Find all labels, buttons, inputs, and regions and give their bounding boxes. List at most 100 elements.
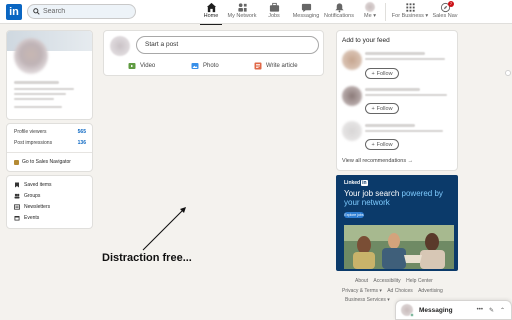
search-input[interactable] xyxy=(43,8,133,15)
explore-jobs-button[interactable]: Explore jobs xyxy=(344,212,364,218)
briefcase-icon xyxy=(269,2,279,12)
nav-home-label: Home xyxy=(203,13,219,19)
recommendation-headline-blurred xyxy=(365,94,447,96)
grid-icon xyxy=(405,3,415,12)
profile-card[interactable] xyxy=(6,30,93,120)
link-label: Saved items xyxy=(24,182,52,188)
link-newsletters[interactable]: Newsletters xyxy=(14,202,50,212)
nav-for-business-label: For Business ▾ xyxy=(391,13,429,19)
footer-link[interactable]: About xyxy=(355,278,368,284)
stat-profile-viewers[interactable]: Profile viewers 565 xyxy=(14,129,86,139)
linkedin-ad-logo: Linked in xyxy=(344,180,368,186)
profile-headline-blurred xyxy=(14,88,74,90)
start-post-button[interactable]: Start a post xyxy=(136,36,319,54)
link-saved-items[interactable]: Saved items xyxy=(14,180,52,190)
messaging-tools: ••• ✎ ⌃ xyxy=(477,307,505,314)
online-status-dot xyxy=(410,313,414,317)
link-label: Newsletters xyxy=(24,204,51,210)
link-events[interactable]: Events xyxy=(14,213,39,223)
avatar xyxy=(365,2,375,12)
footer-link[interactable]: Accessibility xyxy=(373,278,400,284)
stat-label: Profile viewers xyxy=(14,129,47,135)
stat-value: 565 xyxy=(77,129,86,135)
photo-button[interactable]: Photo xyxy=(191,61,219,71)
compose-icon[interactable]: ✎ xyxy=(489,307,494,314)
search-bar[interactable] xyxy=(27,4,136,19)
nav-sales-nav[interactable]: 7 Sales Nav xyxy=(432,1,458,23)
link-groups[interactable]: Groups xyxy=(14,191,40,201)
video-label: Video xyxy=(140,63,156,69)
top-nav: in Home My Network Jobs Messaging xyxy=(0,0,512,25)
footer-row-2: Privacy & Terms ▾ Ad Choices Advertising xyxy=(342,288,443,294)
footer-link[interactable]: Advertising xyxy=(418,288,443,294)
nav-messaging[interactable]: Messaging xyxy=(291,2,321,23)
linkedin-logo[interactable]: in xyxy=(6,4,22,20)
footer-link[interactable]: Help Center xyxy=(406,278,433,284)
stats-card: Profile viewers 565 Post impressions 136… xyxy=(6,123,93,172)
nav-jobs[interactable]: Jobs xyxy=(264,2,284,23)
avatar xyxy=(401,304,414,317)
follow-button[interactable]: + Follow xyxy=(365,68,399,79)
chevron-up-icon[interactable]: ⌃ xyxy=(500,307,505,314)
more-options-icon[interactable]: ••• xyxy=(477,307,483,314)
stat-post-impressions[interactable]: Post impressions 136 xyxy=(14,140,86,150)
profile-location-blurred xyxy=(14,106,62,108)
scroll-handle[interactable] xyxy=(505,70,511,76)
photo-icon xyxy=(191,63,199,69)
profile-name-blurred xyxy=(14,81,59,84)
calendar-icon xyxy=(14,216,20,221)
add-to-feed-card: Add to your feed + Follow + Follow + Follow… xyxy=(336,30,458,171)
ad-headline-1: Your job search xyxy=(344,189,402,198)
plus-icon: + xyxy=(371,105,375,112)
photo-label: Photo xyxy=(203,63,219,69)
avatar[interactable] xyxy=(342,50,362,70)
nav-my-network[interactable]: My Network xyxy=(226,2,258,23)
nav-notifications-label: Notifications xyxy=(324,13,354,19)
ad-headline-3: your network xyxy=(344,198,390,207)
nav-home[interactable]: Home xyxy=(200,2,222,25)
avatar[interactable] xyxy=(342,121,362,141)
link-label: Events xyxy=(24,215,40,221)
ad-banner[interactable]: Linked in Your job search powered by your … xyxy=(336,175,458,271)
chat-icon xyxy=(301,3,311,13)
stat-label: Post impressions xyxy=(14,140,53,146)
footer-link[interactable]: Business Services ▾ xyxy=(345,297,390,303)
profile-headline-blurred-3 xyxy=(14,98,54,100)
avatar[interactable] xyxy=(110,36,130,56)
footer-row-1: About Accessibility Help Center xyxy=(355,278,433,284)
video-button[interactable]: Video xyxy=(128,61,155,71)
ad-photo xyxy=(344,225,454,269)
nav-me[interactable]: Me ▾ xyxy=(360,2,380,23)
recommendation-name-blurred xyxy=(365,88,420,91)
view-all-recommendations-link[interactable]: View all recommendations → xyxy=(342,158,413,164)
groups-icon xyxy=(14,193,20,199)
write-article-button[interactable]: Write article xyxy=(254,61,298,71)
annotation-text: Distraction free... xyxy=(102,252,192,264)
follow-label: Follow xyxy=(376,70,393,77)
feed-title: Add to your feed xyxy=(342,37,390,44)
nav-notifications[interactable]: Notifications xyxy=(323,2,355,23)
follow-button[interactable]: + Follow xyxy=(365,139,399,150)
link-label: Groups xyxy=(24,193,41,199)
recommendation-name-blurred xyxy=(365,124,415,127)
footer-link[interactable]: Ad Choices xyxy=(387,288,413,294)
plus-icon: + xyxy=(371,70,375,77)
footer-row-3: Business Services ▾ xyxy=(345,297,390,303)
search-icon xyxy=(33,8,40,15)
nav-for-business[interactable]: For Business ▾ xyxy=(391,2,429,23)
nav-sales-nav-label: Sales Nav xyxy=(432,13,458,19)
sales-navigator-link[interactable]: Go to Sales Navigator xyxy=(14,159,71,165)
sales-navigator-icon xyxy=(14,159,19,165)
follow-label: Follow xyxy=(376,105,393,112)
footer-link[interactable]: Privacy & Terms ▾ xyxy=(342,288,382,294)
ad-headline: Your job search powered by your network xyxy=(344,189,454,207)
avatar[interactable] xyxy=(342,86,362,106)
follow-button[interactable]: + Follow xyxy=(365,103,399,114)
ad-headline-2: powered by xyxy=(401,189,443,198)
recommendation-name-blurred xyxy=(365,52,425,55)
home-icon xyxy=(206,2,216,13)
profile-avatar[interactable] xyxy=(14,38,48,74)
sales-navigator-label: Go to Sales Navigator xyxy=(22,159,71,165)
nav-me-label: Me ▾ xyxy=(364,13,376,19)
messaging-bar[interactable]: Messaging ••• ✎ ⌃ xyxy=(395,300,512,320)
